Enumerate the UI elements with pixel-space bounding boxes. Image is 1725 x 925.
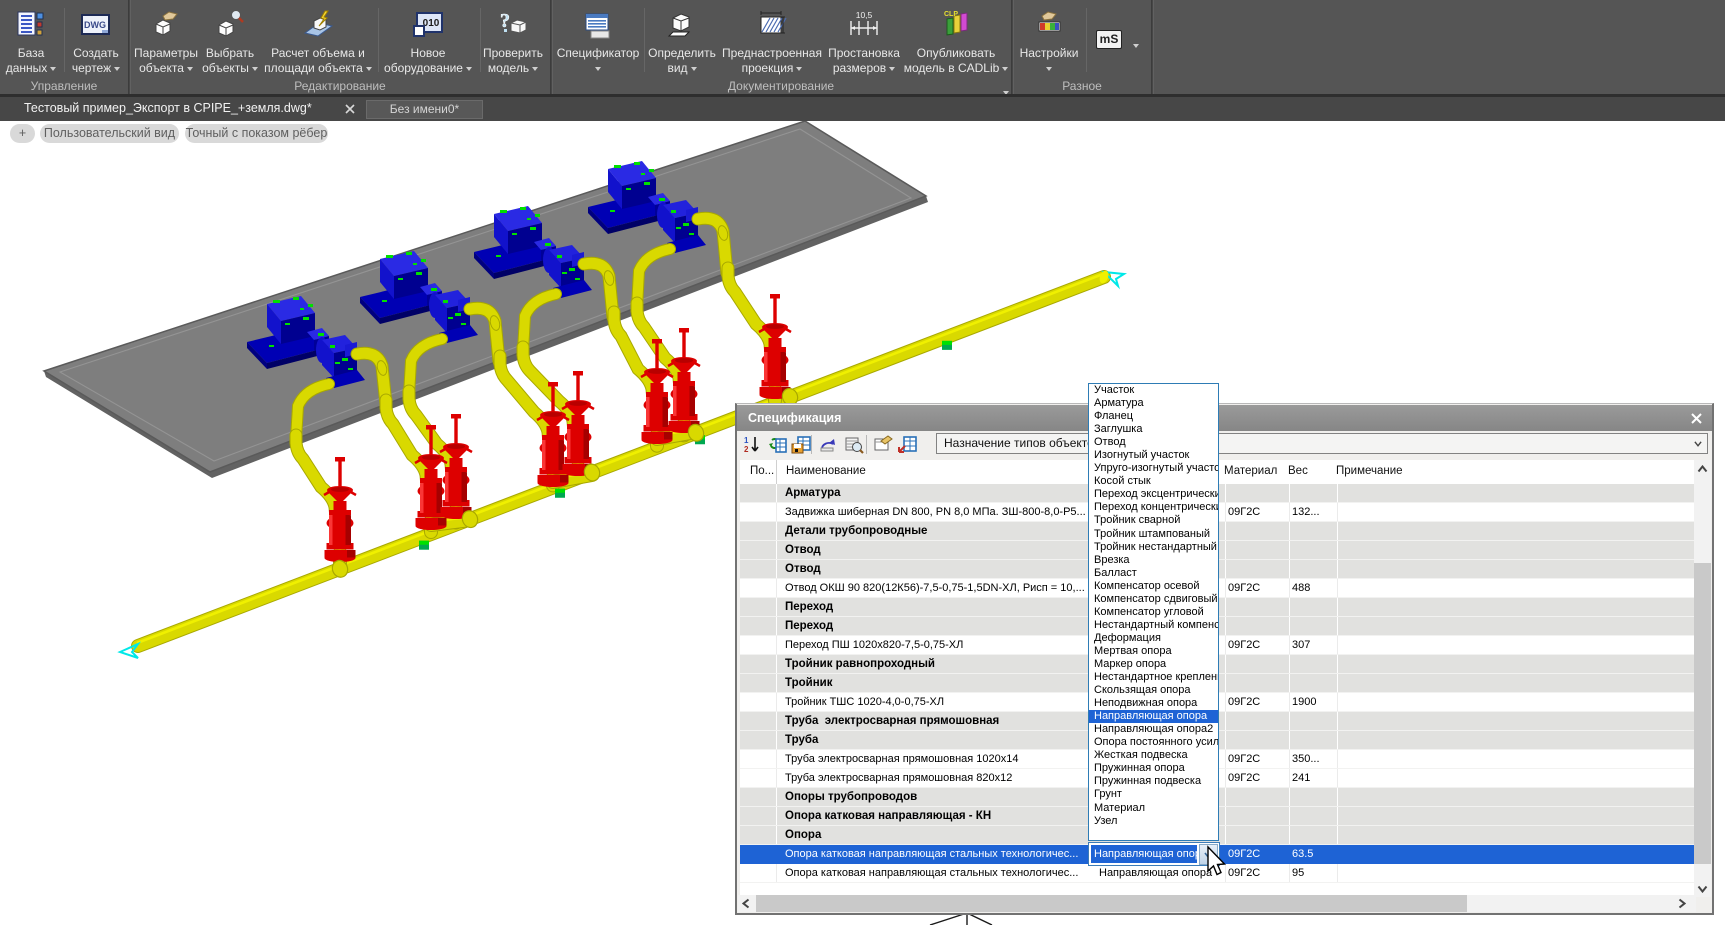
svg-text:1: 1 [744, 436, 749, 445]
svg-text:DWG: DWG [84, 20, 106, 30]
svg-text:CLP: CLP [944, 11, 958, 18]
svg-text:10,5: 10,5 [856, 10, 873, 20]
svg-text:2: 2 [744, 445, 749, 454]
svg-text:010: 010 [423, 18, 440, 29]
svg-text:?: ? [500, 10, 510, 32]
